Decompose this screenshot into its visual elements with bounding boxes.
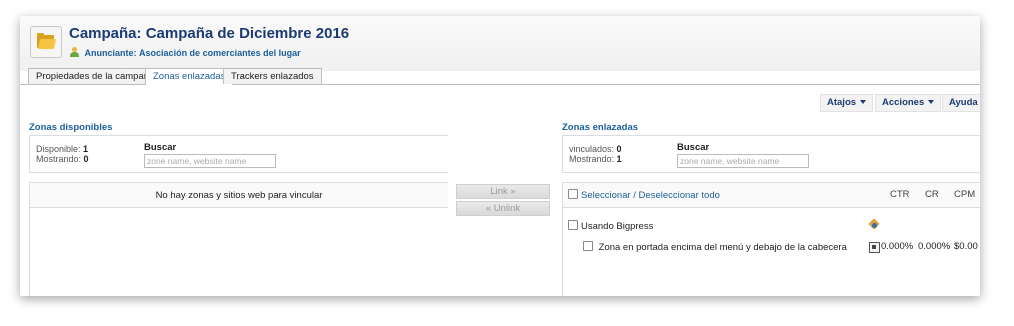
tab-linked-zones[interactable]: Zonas enlazadas bbox=[145, 68, 234, 85]
chevron-down-icon bbox=[860, 100, 867, 104]
linked-zones-info: vinculados: 0 Mostrando: 1 Buscar bbox=[562, 135, 980, 173]
linked-count: vinculados: 0 bbox=[569, 144, 622, 154]
website-name: Usando Bigpress bbox=[581, 221, 654, 232]
advertiser-label: Anunciante: bbox=[84, 48, 137, 58]
linked-zones-title: Zonas enlazadas bbox=[562, 122, 639, 133]
linked-showing: Mostrando: 1 bbox=[569, 154, 622, 164]
available-zones-panel-header: No hay zonas y sitios web para vincular bbox=[30, 183, 448, 208]
website-icon bbox=[868, 218, 880, 230]
zone-row[interactable]: Zona en portada encima del menú y debajo… bbox=[583, 241, 847, 253]
column-cpm[interactable]: CPM bbox=[954, 189, 975, 200]
campaign-name: Campaña de Diciembre 2016 bbox=[145, 25, 350, 42]
linked-zones-panel-header: Seleccionar / Deseleccionar todo CTR CR … bbox=[563, 183, 980, 208]
tab-linked-trackers[interactable]: Trackers enlazados bbox=[223, 68, 322, 84]
linked-search-label: Buscar bbox=[677, 142, 710, 153]
advertiser-link[interactable]: Asociación de comerciantes del lugar bbox=[139, 48, 301, 58]
select-all-checkbox[interactable] bbox=[568, 189, 578, 199]
advertiser-icon bbox=[70, 47, 79, 57]
column-cr[interactable]: CR bbox=[925, 189, 939, 200]
tab-campaign-properties[interactable]: Propiedades de la campaña bbox=[28, 68, 163, 84]
available-zones-title: Zonas disponibles bbox=[29, 122, 113, 133]
linked-zones-panel: Seleccionar / Deseleccionar todo CTR CR … bbox=[562, 182, 980, 296]
shortcuts-label: Atajos bbox=[827, 97, 857, 108]
available-search-input[interactable] bbox=[144, 154, 276, 168]
title-label: Campaña: bbox=[69, 25, 142, 42]
empty-message: No hay zonas y sitios web para vincular bbox=[155, 190, 323, 201]
link-button[interactable]: Link » bbox=[456, 184, 550, 199]
tab-bar: Propiedades de la campaña Zonas enlazada… bbox=[20, 68, 980, 85]
column-ctr[interactable]: CTR bbox=[890, 189, 910, 200]
linked-search-input[interactable] bbox=[677, 154, 809, 168]
unlink-button[interactable]: « Unlink bbox=[456, 201, 550, 216]
zone-ctr: 0.000% bbox=[881, 241, 914, 252]
available-showing: Mostrando: 0 bbox=[36, 154, 89, 164]
zone-name: Zona en portada encima del menú y debajo… bbox=[598, 242, 847, 253]
actions-button[interactable]: Acciones bbox=[875, 94, 942, 112]
chevron-down-icon bbox=[928, 100, 935, 104]
available-count: Disponible: 1 bbox=[36, 144, 89, 154]
page-title: Campaña: Campaña de Diciembre 2016 bbox=[69, 25, 349, 42]
folder-icon bbox=[30, 26, 62, 58]
zone-icon bbox=[869, 242, 880, 253]
zone-cpm: $0.00 bbox=[954, 241, 978, 252]
advertiser-line: Anunciante: Asociación de comerciantes d… bbox=[70, 47, 301, 58]
zone-checkbox[interactable] bbox=[583, 241, 593, 251]
available-zones-panel: No hay zonas y sitios web para vincular bbox=[29, 182, 448, 296]
website-checkbox[interactable] bbox=[568, 220, 578, 230]
zone-cr: 0.000% bbox=[918, 241, 951, 252]
actions-label: Acciones bbox=[882, 97, 925, 108]
available-zones-info: Disponible: 1 Mostrando: 0 Buscar bbox=[29, 135, 448, 173]
select-all-toggle[interactable]: Seleccionar / Deseleccionar todo bbox=[568, 189, 720, 201]
select-all-label: Seleccionar / Deseleccionar todo bbox=[581, 190, 720, 201]
page-header: Campaña: Campaña de Diciembre 2016 Anunc… bbox=[20, 16, 980, 71]
campaign-window: Campaña: Campaña de Diciembre 2016 Anunc… bbox=[20, 16, 980, 296]
website-row[interactable]: Usando Bigpress bbox=[568, 220, 653, 232]
available-search-label: Buscar bbox=[144, 142, 177, 153]
shortcuts-button[interactable]: Atajos bbox=[820, 94, 874, 112]
help-button[interactable]: Ayuda bbox=[942, 94, 980, 112]
